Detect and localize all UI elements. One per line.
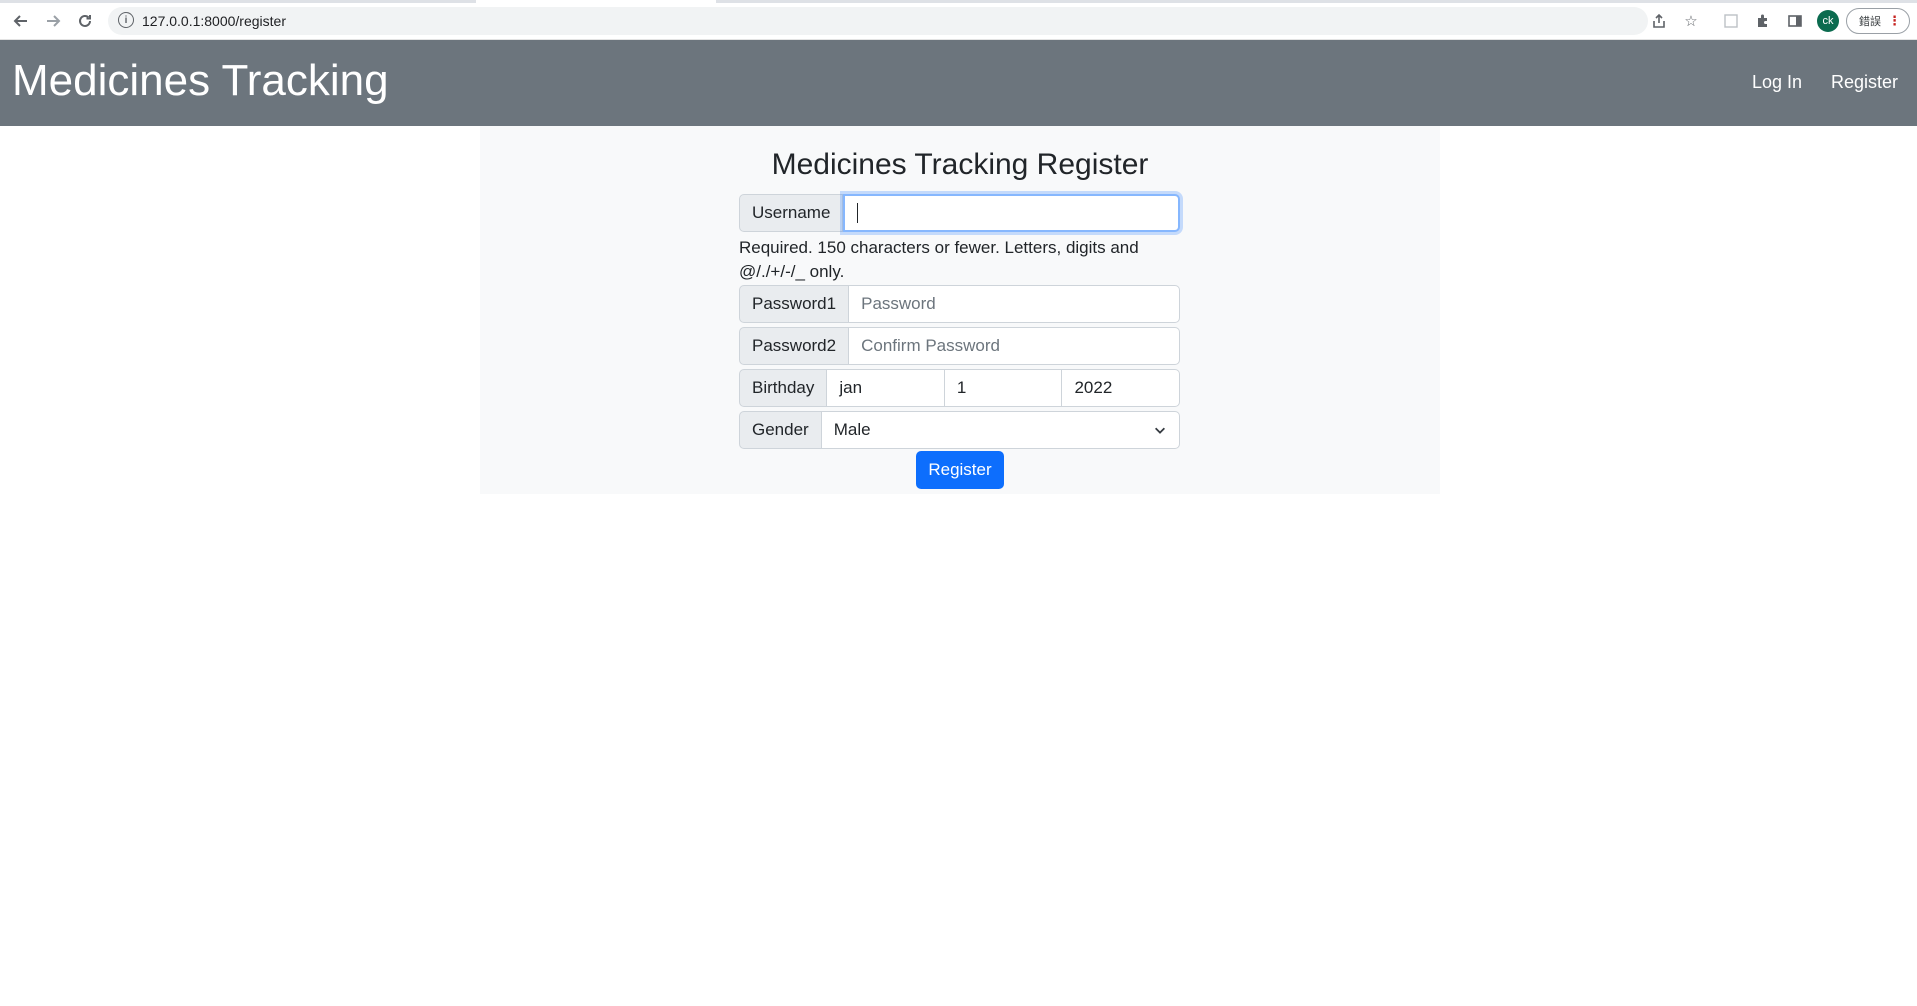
birthday-year-select[interactable]: 2022 [1062, 369, 1181, 407]
url-text: 127.0.0.1:8000/register [142, 13, 286, 29]
extensions-puzzle-icon[interactable] [1752, 10, 1774, 32]
password1-group: Password1 [739, 285, 1180, 323]
password2-label: Password2 [739, 327, 850, 365]
chevron-down-icon [1155, 427, 1165, 434]
username-input[interactable] [843, 194, 1180, 232]
text-caret [857, 203, 859, 223]
error-menu-button[interactable]: 錯誤 ⋮ [1846, 8, 1910, 34]
gender-label: Gender [739, 411, 822, 449]
register-form-panel: Medicines Tracking Register Username Req… [480, 126, 1440, 494]
share-icon[interactable] [1648, 10, 1670, 32]
app-navbar: Medicines Tracking Log In Register [0, 40, 1917, 126]
active-tab[interactable] [476, 0, 716, 3]
tab-strip [0, 0, 1917, 3]
birthday-day-select[interactable]: 1 [944, 369, 1063, 407]
back-icon[interactable] [10, 10, 32, 32]
more-menu-icon: ⋮ [1888, 13, 1901, 28]
profile-avatar[interactable]: ck [1817, 10, 1839, 32]
password2-input[interactable] [849, 327, 1180, 365]
gender-group: Gender Male [739, 411, 1180, 449]
bookmark-star-icon[interactable]: ☆ [1680, 10, 1702, 32]
error-label: 錯誤 [1859, 16, 1881, 28]
extension-box-icon[interactable] [1720, 10, 1742, 32]
username-group: Username [739, 194, 1180, 232]
form-title: Medicines Tracking Register [771, 148, 1149, 181]
username-help-text: Required. 150 characters or fewer. Lette… [739, 238, 1139, 281]
nav-register-link[interactable]: Register [1831, 72, 1898, 93]
password2-group: Password2 [739, 327, 1180, 365]
register-submit-button[interactable]: Register [916, 451, 1004, 489]
nav-login-link[interactable]: Log In [1752, 72, 1802, 93]
browser-toolbar: i 127.0.0.1:8000/register ☆ ck 錯誤 ⋮ [0, 0, 1917, 40]
password1-label: Password1 [739, 285, 850, 323]
gender-selected-value: Male [833, 420, 871, 439]
gender-select[interactable]: Male [821, 411, 1180, 449]
site-info-icon[interactable]: i [118, 12, 134, 28]
birthday-label: Birthday [739, 369, 828, 407]
side-panel-icon[interactable] [1784, 10, 1806, 32]
birthday-month-select[interactable]: jan [827, 369, 945, 407]
forward-icon[interactable] [42, 10, 64, 32]
password1-input[interactable] [849, 285, 1180, 323]
birthday-group: Birthday jan 1 2022 [739, 369, 1181, 407]
address-bar[interactable]: i 127.0.0.1:8000/register [108, 7, 1648, 35]
username-label: Username [739, 194, 844, 232]
reload-icon[interactable] [74, 10, 96, 32]
brand-link[interactable]: Medicines Tracking [12, 56, 389, 106]
